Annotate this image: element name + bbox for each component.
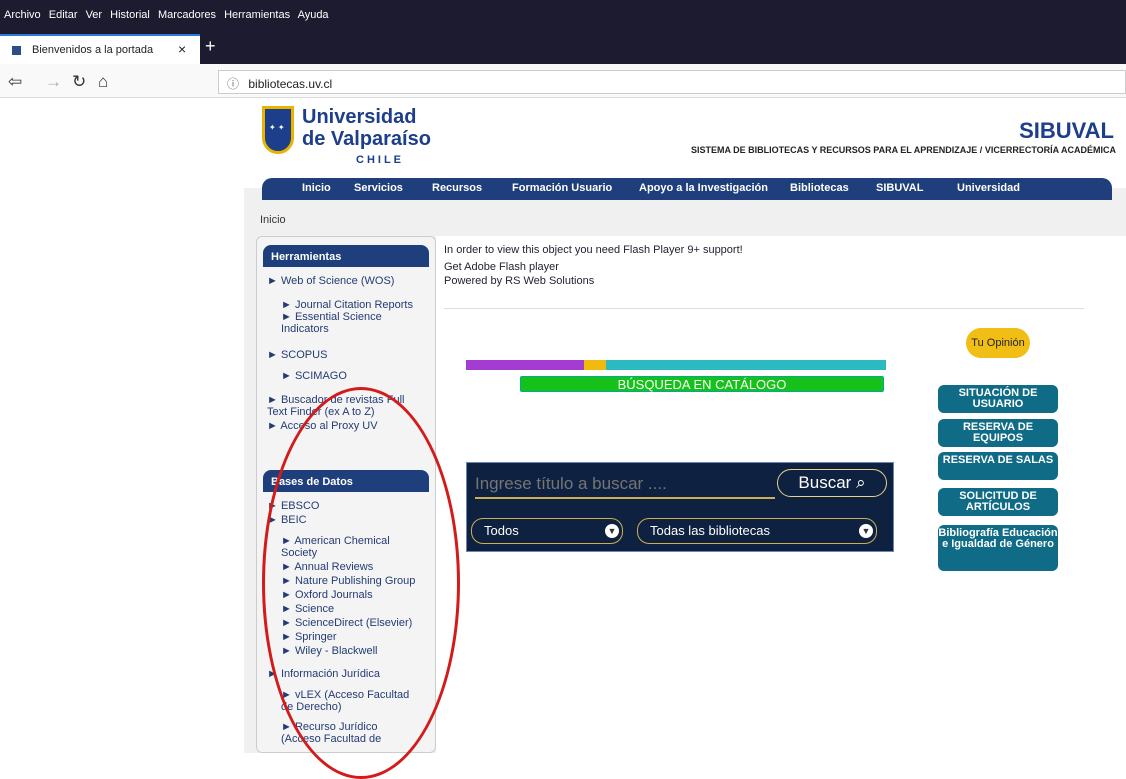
library-select-value: Todas las bibliotecas xyxy=(650,523,770,538)
reload-icon[interactable]: ↻ xyxy=(72,72,86,92)
browser-tab[interactable]: Bienvenidos a la portada × xyxy=(0,34,200,64)
annotation-circle xyxy=(262,387,460,779)
banner-stripe xyxy=(584,360,606,370)
divider xyxy=(444,308,1084,309)
close-icon[interactable]: × xyxy=(178,41,186,57)
forward-icon[interactable]: → xyxy=(45,72,62,92)
menu-archivo[interactable]: Archivo xyxy=(4,9,41,21)
gender-bibliography-button[interactable]: Bibliografía Educación e Igualdad de Gén… xyxy=(938,525,1058,571)
nav-servicios[interactable]: Servicios xyxy=(354,182,403,194)
nav-apoyo[interactable]: Apoyo a la Investigación xyxy=(639,182,768,194)
sidebar-item-scopus[interactable]: ► SCOPUS xyxy=(267,349,327,361)
browser-menubar: Archivo Editar Ver Historial Marcadores … xyxy=(0,0,1126,34)
logo-title-line2: de Valparaíso xyxy=(302,128,431,150)
flash-message: In order to view this object you need Fl… xyxy=(444,244,743,256)
url-bar[interactable]: ⓘ bibliotecas.uv.cl xyxy=(218,70,1126,94)
breadcrumb[interactable]: Inicio xyxy=(260,214,286,226)
tab-title: Bienvenidos a la portada xyxy=(32,44,154,56)
info-icon[interactable]: ⓘ xyxy=(227,77,239,91)
equipment-reservation-button[interactable]: RESERVA DE EQUIPOS xyxy=(938,419,1058,447)
url-text: bibliotecas.uv.cl xyxy=(248,77,333,91)
menu-editar[interactable]: Editar xyxy=(49,9,78,21)
chevron-down-icon: ▼ xyxy=(605,524,619,538)
get-flash-link[interactable]: Get Adobe Flash player xyxy=(444,261,559,274)
chevron-down-icon: ▼ xyxy=(859,524,873,538)
article-request-button[interactable]: SOLICITUD DE ARTÍCULOS xyxy=(938,488,1058,516)
nav-formacion[interactable]: Formación Usuario xyxy=(512,182,612,194)
logo-title-line1: Universidad xyxy=(302,106,417,128)
brand-title: SIBUVAL xyxy=(1019,118,1114,143)
university-shield-icon xyxy=(262,106,294,154)
search-button[interactable]: Buscar ⌕ xyxy=(777,469,887,497)
menu-historial[interactable]: Historial xyxy=(110,9,150,21)
catalog-banner[interactable]: BÚSQUEDA EN CATÁLOGO xyxy=(466,360,886,398)
site-favicon-icon xyxy=(12,46,21,55)
nav-inicio[interactable]: Inicio xyxy=(302,182,331,194)
search-button-label: Buscar xyxy=(798,473,852,492)
menu-ver[interactable]: Ver xyxy=(86,9,103,21)
plus-icon[interactable]: + xyxy=(205,36,216,57)
powered-by-link[interactable]: Powered by RS Web Solutions xyxy=(444,275,594,288)
menu-herramientas[interactable]: Herramientas xyxy=(224,9,290,21)
nav-recursos[interactable]: Recursos xyxy=(432,182,482,194)
back-icon[interactable]: ⇦ xyxy=(8,72,22,92)
sidebar-item-jcr[interactable]: ► Journal Citation Reports xyxy=(281,299,431,311)
room-reservation-button[interactable]: RESERVA DE SALAS xyxy=(938,452,1058,480)
search-input[interactable] xyxy=(475,471,775,499)
logo-country: CHILE xyxy=(356,154,404,166)
brand-subtitle: SISTEMA DE BIBLIOTECAS Y RECURSOS PARA E… xyxy=(690,145,1116,155)
user-status-button[interactable]: SITUACIÓN DE USUARIO xyxy=(938,385,1058,413)
menu-ayuda[interactable]: Ayuda xyxy=(298,9,329,21)
nav-bibliotecas[interactable]: Bibliotecas xyxy=(790,182,849,194)
scope-select-value: Todos xyxy=(484,523,519,538)
main-navigation: Inicio Servicios Recursos Formación Usua… xyxy=(262,178,1112,200)
home-icon[interactable]: ⌂ xyxy=(98,72,108,92)
opinion-bubble[interactable]: Tu Opinión xyxy=(966,328,1030,358)
nav-sibuval[interactable]: SIBUVAL xyxy=(876,182,923,194)
menu-marcadores[interactable]: Marcadores xyxy=(158,9,216,21)
sidebar-item-esi[interactable]: ► Essential Science Indicators xyxy=(281,311,411,335)
tools-heading: Herramientas xyxy=(263,245,429,267)
search-panel: Buscar ⌕ Todos ▼ Todas las bibliotecas ▼ xyxy=(466,462,894,552)
search-icon: ⌕ xyxy=(856,473,866,492)
sidebar-item-wos[interactable]: ► Web of Science (WOS) xyxy=(267,275,394,287)
sidebar-item-scimago[interactable]: ► SCIMAGO xyxy=(281,370,347,382)
site-header: Universidad de Valparaíso CHILE SIBUVAL … xyxy=(244,98,1126,188)
main-content: In order to view this object you need Fl… xyxy=(436,236,1126,753)
scope-select[interactable]: Todos ▼ xyxy=(471,518,623,544)
banner-stripe xyxy=(606,360,886,370)
nav-universidad[interactable]: Universidad xyxy=(957,182,1020,194)
catalog-search-button[interactable]: BÚSQUEDA EN CATÁLOGO xyxy=(520,376,884,392)
banner-stripe xyxy=(466,360,584,370)
library-select[interactable]: Todas las bibliotecas ▼ xyxy=(637,518,877,544)
